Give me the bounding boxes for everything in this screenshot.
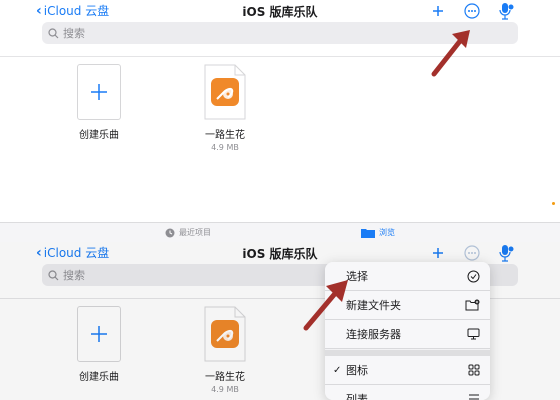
ellipsis-circle-icon: [464, 3, 480, 19]
back-button-label: iCloud 云盘: [43, 4, 110, 18]
file-item-create[interactable]: 创建乐曲: [60, 64, 138, 152]
file-name: 创建乐曲: [79, 130, 119, 141]
menu-item-connect-server[interactable]: 连接服务器: [325, 320, 490, 349]
file-name: 一路生花: [205, 130, 245, 141]
search-icon: [48, 27, 59, 38]
more-options-menu: 选择 新建文件夹 连接服务器 ✓ 图标 列表: [325, 262, 490, 400]
file-item-song[interactable]: 一路生花 4.9 MB: [186, 64, 264, 152]
grid-icon: [468, 364, 480, 376]
add-button[interactable]: [428, 1, 448, 21]
divider: [0, 56, 560, 57]
chevron-left-icon: ‹: [36, 2, 42, 19]
search-placeholder: 搜索: [63, 27, 85, 40]
checkmark-circle-icon: [467, 270, 480, 282]
search-field[interactable]: 搜索: [42, 22, 518, 44]
more-button[interactable]: [462, 1, 482, 21]
tab-recent[interactable]: 最近项目: [165, 227, 211, 238]
file-grid: 创建乐曲 一路生花 4.9 MB: [60, 64, 264, 152]
indicator-dot: [552, 202, 555, 205]
menu-item-new-folder[interactable]: 新建文件夹: [325, 291, 490, 320]
back-button[interactable]: ‹ iCloud 云盘: [36, 2, 109, 19]
folder-badge-plus-icon: [465, 299, 480, 311]
song-document-icon: [204, 64, 246, 120]
menu-item-label: 列表: [346, 393, 368, 400]
plus-icon: [91, 84, 107, 100]
clock-icon: [165, 228, 175, 237]
record-button[interactable]: [496, 1, 516, 21]
navigation-bar: ‹ iCloud 云盘 iOS 版库乐队: [0, 0, 560, 22]
create-thumbnail: [77, 64, 121, 120]
list-icon: [469, 394, 479, 400]
tab-bar: 最近项目 浏览: [0, 222, 560, 242]
menu-item-label: 图标: [346, 364, 368, 377]
tab-browse[interactable]: 浏览: [361, 227, 395, 238]
menu-item-select[interactable]: 选择: [325, 262, 490, 291]
folder-icon: [361, 228, 375, 238]
menu-item-list[interactable]: 列表: [325, 385, 490, 400]
checkmark-icon: ✓: [333, 364, 342, 376]
toolbar-actions: [428, 1, 516, 21]
microphone-icon: [499, 3, 514, 20]
desktop-icon: [467, 328, 480, 340]
top-file-browser: ‹ iCloud 云盘 iOS 版库乐队 搜索 创建乐曲 一路生花 4.9 MB: [0, 0, 560, 222]
tab-label: 浏览: [379, 228, 395, 237]
menu-item-label: 选择: [346, 270, 368, 283]
file-size: 4.9 MB: [211, 143, 239, 152]
menu-item-label: 连接服务器: [346, 328, 401, 341]
plus-icon: [433, 6, 443, 16]
tab-label: 最近项目: [179, 228, 211, 237]
garageband-icon: [204, 64, 246, 120]
menu-item-icons[interactable]: ✓ 图标: [325, 356, 490, 385]
menu-item-label: 新建文件夹: [346, 299, 401, 312]
